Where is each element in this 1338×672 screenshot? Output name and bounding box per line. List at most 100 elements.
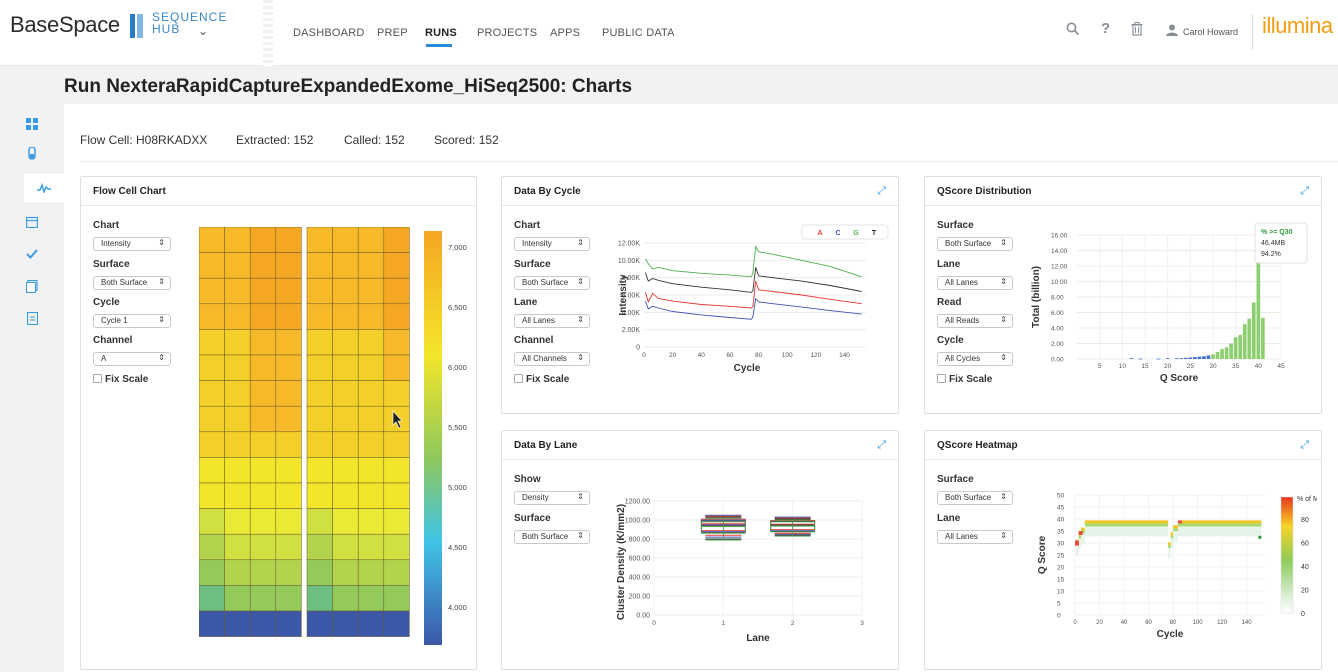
channel-select[interactable]: All Channels ⇕ [514, 352, 590, 366]
nav-prep[interactable]: PREP [377, 27, 408, 39]
flow-cell-tile [357, 610, 385, 637]
rail-reports[interactable] [12, 272, 52, 300]
flow-cell-tile [249, 482, 277, 509]
flow-cell-tile [357, 457, 385, 484]
flow-cell-tile [249, 354, 277, 381]
heat-band-mid [1078, 535, 1082, 539]
flow-cell-tile [224, 482, 251, 509]
nav-apps[interactable]: APPS [550, 27, 580, 39]
x-tick-label: 40 [698, 352, 706, 359]
flow-cell-tile [383, 457, 410, 484]
trash-icon[interactable] [1131, 22, 1143, 40]
panel-title: Flow Cell Chart [93, 186, 166, 197]
x-tick-label: 120 [810, 352, 821, 359]
flow-cell-tile [383, 533, 410, 561]
flow-cell-tile [383, 431, 410, 458]
chart-select[interactable]: Intensity ⇕ [514, 237, 590, 251]
expand-icon[interactable]: ⤢ [1300, 185, 1309, 198]
nav-public-data[interactable]: PUBLIC DATA [602, 27, 675, 39]
surface-select[interactable]: Both Surface ⇕ [937, 237, 1013, 251]
surface-select[interactable]: Both Surface ⇕ [514, 276, 590, 290]
flow-cell-tile [249, 405, 277, 433]
surface-select[interactable]: Both Surface ⇕ [937, 491, 1013, 505]
qscore-bar [1229, 343, 1233, 359]
tooltip-label: % >= Q30 [1261, 229, 1293, 236]
nav-dashboard[interactable]: DASHBOARD [293, 27, 364, 39]
expand-icon[interactable]: ⤢ [877, 439, 886, 452]
flow-cell-tile [383, 354, 410, 381]
rail-logs[interactable] [12, 304, 52, 332]
flow-cell-tile [383, 508, 410, 535]
rail-summary[interactable] [12, 110, 52, 138]
x-tick-label: 140 [1242, 620, 1253, 626]
cycle-label: Cycle [93, 297, 120, 308]
flow-cell-tile [332, 610, 359, 637]
chevron-down-icon: ⌄ [198, 24, 210, 38]
fix-scale-checkbox[interactable]: Fix Scale [93, 374, 148, 385]
fix-scale-checkbox[interactable]: Fix Scale [937, 374, 992, 385]
heat-band-mid [1177, 523, 1262, 527]
flow-cell-tile [332, 277, 359, 305]
heat-cell-peak [1075, 540, 1079, 546]
checkbox-box[interactable] [514, 374, 523, 383]
y-tick-label: 800.00 [629, 537, 651, 544]
search-icon[interactable] [1066, 22, 1080, 40]
nav-runs[interactable]: RUNS [425, 27, 457, 39]
flow-cell-tile [249, 329, 277, 356]
qscore-bar [1233, 337, 1238, 359]
surface-select[interactable]: Both Surface ⇕ [514, 530, 590, 544]
lane-label: Lane [937, 259, 961, 270]
qscore-heatmap-panel: QScore Heatmap ⤢ Surface Both Surface ⇕ L… [924, 430, 1322, 670]
cycle-select[interactable]: Cycle 1 ⇕ [93, 314, 171, 328]
cycle-select[interactable]: All Cycles ⇕ [937, 352, 1013, 366]
y-tick-label: 200.00 [629, 594, 651, 601]
flow-cell-tile [199, 380, 225, 407]
rail-charts[interactable] [24, 174, 64, 202]
qscore-heatmap-chart: 0 5 10 15 20 25 30 35 40 45 50 0 20 40 60 80 100 120 140 Cy… [1037, 493, 1317, 641]
sequence-hub-switcher[interactable]: SEQUENCE HUB ⌄ [152, 11, 227, 38]
y-tick-label: 0.00 [1051, 357, 1064, 364]
panel-title: QScore Distribution [937, 186, 1032, 197]
fix-scale-checkbox[interactable]: Fix Scale [514, 374, 569, 385]
illumina-logo: illumina [1262, 13, 1333, 38]
flow-cell-tile [275, 585, 302, 612]
basespace-logo[interactable]: BaseSpace [10, 12, 120, 38]
help-icon[interactable]: ? [1101, 20, 1110, 37]
nav-projects[interactable]: PROJECTS [477, 27, 537, 39]
x-axis-label: Cycle [1157, 629, 1184, 640]
expand-icon[interactable]: ⤢ [877, 185, 886, 198]
rail-qc[interactable] [12, 240, 52, 268]
chart-select[interactable]: Intensity ⇕ [93, 237, 171, 251]
channel-select[interactable]: A ⇕ [93, 352, 171, 366]
lane-select[interactable]: All Lanes ⇕ [937, 276, 1013, 290]
flow-cell-tile [383, 303, 410, 330]
y-tick-label: 2.00K [622, 327, 641, 334]
rail-calendar[interactable] [12, 208, 52, 236]
flow-cell-tile [306, 533, 333, 561]
lane-select[interactable]: All Lanes ⇕ [514, 314, 590, 328]
y-tick-label: 600.00 [629, 556, 651, 563]
surface-select[interactable]: Both Surface ⇕ [93, 276, 171, 290]
y-tick-label: 10.00 [1051, 279, 1068, 286]
flow-cell-tile [199, 303, 225, 330]
show-select[interactable]: Density ⇕ [514, 491, 590, 505]
y-axis-label: Total (billion) [1031, 266, 1042, 328]
rail-samples[interactable] [12, 140, 52, 168]
flow-cell-tile [249, 277, 277, 305]
user-name[interactable]: Carol Howard [1183, 27, 1238, 37]
flow-cell-tile [357, 252, 385, 279]
qscore-bar [1197, 356, 1202, 359]
lane-select[interactable]: All Lanes ⇕ [937, 530, 1013, 544]
surface-label: Surface [937, 474, 974, 485]
flow-cell-tile [224, 610, 251, 637]
checkbox-box[interactable] [93, 374, 102, 383]
x-tick-label: 30 [1209, 363, 1217, 370]
read-select[interactable]: All Reads ⇕ [937, 314, 1013, 328]
qscore-bar [1238, 334, 1243, 359]
flow-cell-tile [224, 585, 251, 612]
checkbox-box[interactable] [937, 374, 946, 383]
user-icon[interactable] [1166, 23, 1178, 40]
y-tick-label: 16.00 [1051, 233, 1068, 240]
flow-cell-tile [306, 303, 333, 330]
expand-icon[interactable]: ⤢ [1300, 439, 1309, 452]
